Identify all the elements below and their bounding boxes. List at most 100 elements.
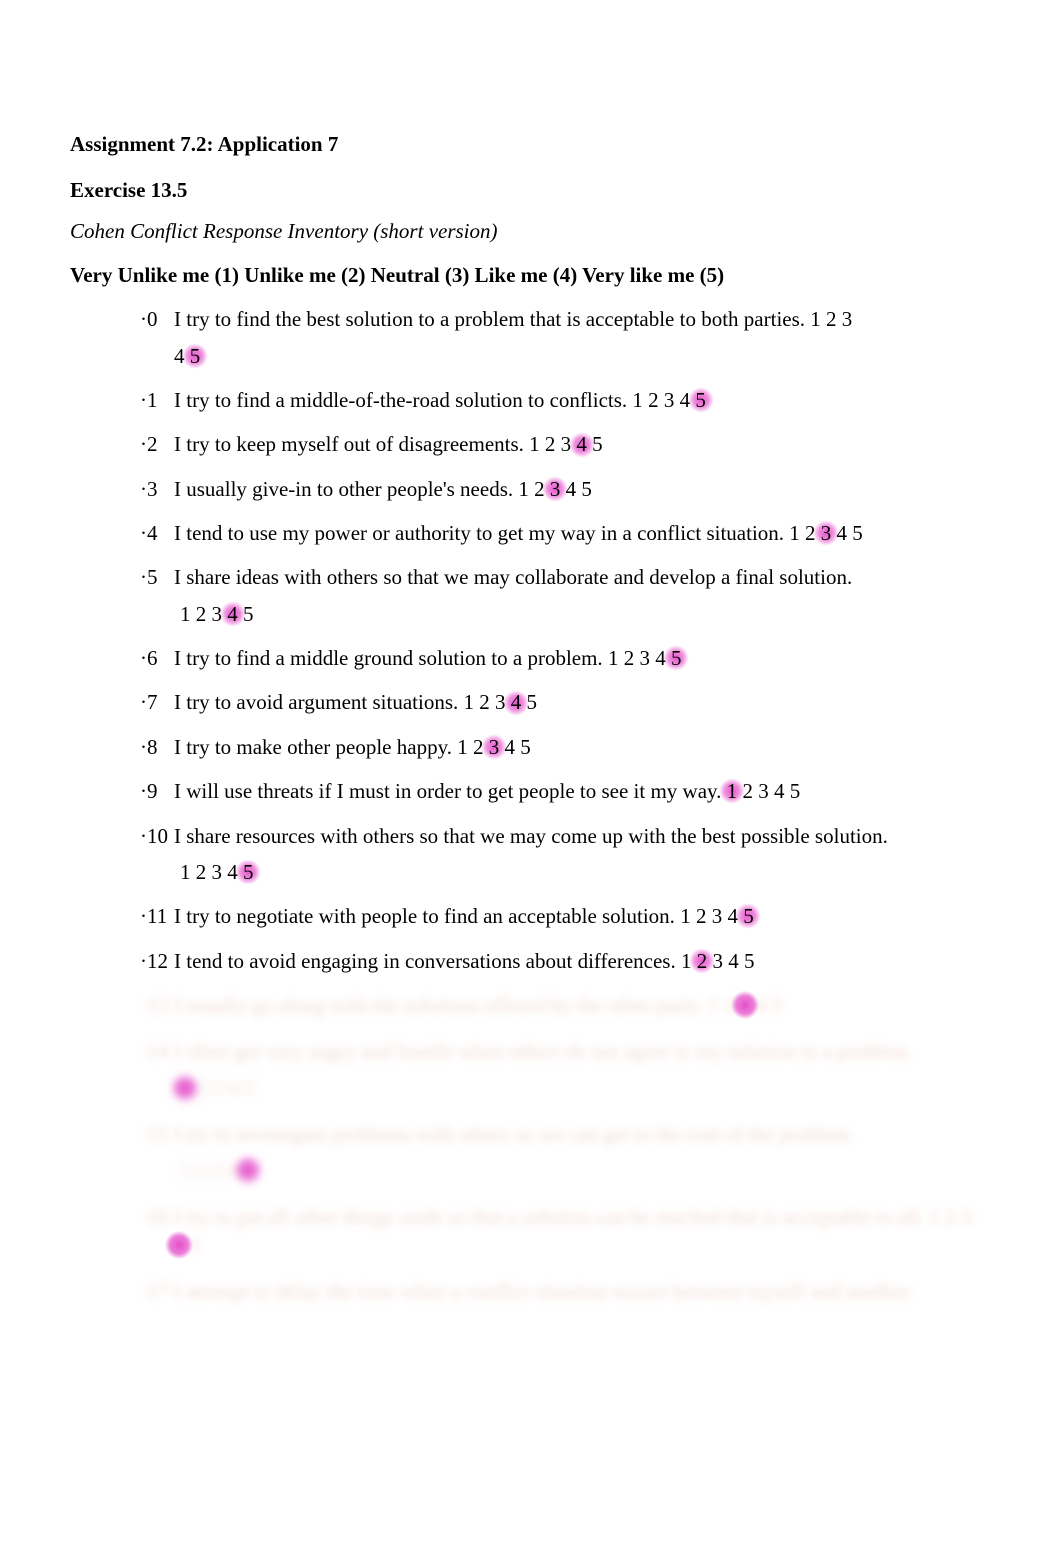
blurred-rating-text: 1 2 3 [929, 1205, 971, 1229]
rating-option[interactable]: 4 [728, 949, 739, 973]
rating-option[interactable]: 4 [655, 646, 666, 670]
rating-option[interactable]: 2 [545, 432, 556, 456]
question-item: ·1I try to find a middle-of-the-road sol… [140, 386, 972, 414]
blurred-item-number: ·14 [140, 1037, 174, 1065]
question-item: ·11I try to negotiate with people to fin… [140, 902, 972, 930]
rating-option[interactable]: 1 [457, 735, 468, 759]
rating-option[interactable]: 3 [489, 735, 500, 759]
highlight-icon: 3 [740, 991, 751, 1019]
blurred-item-number: ·16 [140, 1203, 174, 1231]
rating-option[interactable]: 2 [196, 860, 207, 884]
rating-option[interactable]: 2 [624, 646, 635, 670]
rating-option[interactable]: 5 [190, 344, 201, 368]
rating-option[interactable]: 1 [680, 904, 691, 928]
rating-option[interactable]: 4 [727, 904, 738, 928]
question-item: ·0I try to find the best solution to a p… [140, 305, 972, 370]
rating-option[interactable]: 5 [671, 646, 682, 670]
rating-option[interactable]: 3 [712, 949, 723, 973]
item-number: ·4 [140, 519, 174, 547]
highlight-icon: 5 [190, 342, 201, 370]
rating-option[interactable]: 1 [464, 690, 475, 714]
rating-option[interactable]: 2 [697, 949, 708, 973]
question-item: ·12I tend to avoid engaging in conversat… [140, 947, 972, 975]
rating-option[interactable]: 4 [566, 477, 577, 501]
rating-option[interactable]: 1 [608, 646, 619, 670]
rating-option[interactable]: 1 [518, 477, 529, 501]
rating-option[interactable]: 5 [743, 904, 754, 928]
item-number: ·8 [140, 733, 174, 761]
rating-option[interactable]: 3 [639, 646, 650, 670]
rating-option[interactable]: 3 [561, 432, 572, 456]
rating-option[interactable]: 3 [212, 602, 223, 626]
blurred-rating-line: 1 2 3 4 5 [180, 1074, 972, 1102]
highlight-icon: 1 [727, 777, 738, 805]
rating-option[interactable]: 5 [695, 388, 706, 412]
rating-option[interactable]: 4 [504, 735, 515, 759]
item-text: I share resources with others so that we… [174, 824, 888, 848]
rating-option[interactable]: 5 [243, 860, 254, 884]
blurred-item-number: ·13 [140, 991, 174, 1019]
rating-option[interactable]: 2 [479, 690, 490, 714]
rating-option[interactable]: 5 [744, 949, 755, 973]
question-item: ·5I share ideas with others so that we m… [140, 563, 972, 628]
rating-option[interactable]: 2 [534, 477, 545, 501]
rating-option[interactable]: 4 [837, 521, 848, 545]
rating-option[interactable]: 2 [648, 388, 659, 412]
item-number: ·9 [140, 777, 174, 805]
item-text: I try to find the best solution to a pro… [174, 307, 805, 331]
item-text: I try to make other people happy. [174, 735, 452, 759]
rating-option[interactable]: 3 [550, 477, 561, 501]
rating-option[interactable]: 4 [227, 602, 238, 626]
rating-option[interactable]: 5 [852, 521, 863, 545]
rating-option[interactable]: 5 [243, 602, 254, 626]
item-number: ·5 [140, 563, 174, 591]
rating-option[interactable]: 5 [520, 735, 531, 759]
rating-option[interactable]: 5 [592, 432, 603, 456]
blurred-rating-text: 1 2 [708, 993, 740, 1017]
rating-option[interactable]: 2 [742, 779, 753, 803]
rating-option[interactable]: 1 [681, 949, 692, 973]
rating-option[interactable]: 1 [180, 860, 191, 884]
item-text: I tend to avoid engaging in conversation… [174, 949, 676, 973]
item-body: I try to find a middle ground solution t… [174, 644, 972, 672]
rating-option[interactable]: 2 [826, 307, 837, 331]
rating-option[interactable]: 2 [696, 904, 707, 928]
item-body: I will use threats if I must in order to… [174, 777, 972, 805]
rating-option[interactable]: 3 [712, 904, 723, 928]
blurred-rating-text: 4 5 [750, 993, 782, 1017]
rating-option[interactable]: 4 [227, 860, 238, 884]
question-item: ·10I share resources with others so that… [140, 822, 972, 887]
rating-option[interactable]: 3 [821, 521, 832, 545]
blurred-item-text: I try to put all other things aside so t… [174, 1205, 924, 1229]
rating-option[interactable]: 5 [581, 477, 592, 501]
rating-option[interactable]: 3 [212, 860, 223, 884]
rating-option[interactable]: 3 [842, 307, 853, 331]
rating-option[interactable]: 2 [473, 735, 484, 759]
rating-option[interactable]: 1 [789, 521, 800, 545]
rating-option[interactable]: 4 [511, 690, 522, 714]
rating-option[interactable]: 3 [664, 388, 675, 412]
rating-option[interactable]: 4 [174, 344, 185, 368]
rating-option[interactable]: 5 [527, 690, 538, 714]
rating-option[interactable]: 1 [727, 779, 738, 803]
rating-option[interactable]: 1 [810, 307, 821, 331]
item-body: I try to find the best solution to a pro… [174, 305, 972, 370]
rating-option[interactable]: 5 [790, 779, 801, 803]
blurred-rating-line: 1 2 3 4 5 [180, 1156, 972, 1184]
blurred-question-item: ·14I often get very angry and hostile wh… [140, 1037, 972, 1102]
rating-option[interactable]: 4 [576, 432, 587, 456]
rating-option[interactable]: 1 [632, 388, 643, 412]
rating-options-wrapped: 4 5 [174, 342, 972, 370]
rating-option[interactable]: 4 [680, 388, 691, 412]
blurred-item-text: I attempt to delay the time when a confl… [174, 1279, 913, 1303]
question-item: ·7I try to avoid argument situations. 1 … [140, 688, 972, 716]
rating-option[interactable]: 3 [495, 690, 506, 714]
rating-option[interactable]: 3 [758, 779, 769, 803]
rating-option[interactable]: 4 [774, 779, 785, 803]
item-number: ·12 [140, 947, 174, 975]
rating-option[interactable]: 2 [196, 602, 207, 626]
rating-option[interactable]: 1 [180, 602, 191, 626]
rating-option[interactable]: 1 [529, 432, 540, 456]
item-text: I try to find a middle ground solution t… [174, 646, 603, 670]
rating-option[interactable]: 2 [805, 521, 816, 545]
